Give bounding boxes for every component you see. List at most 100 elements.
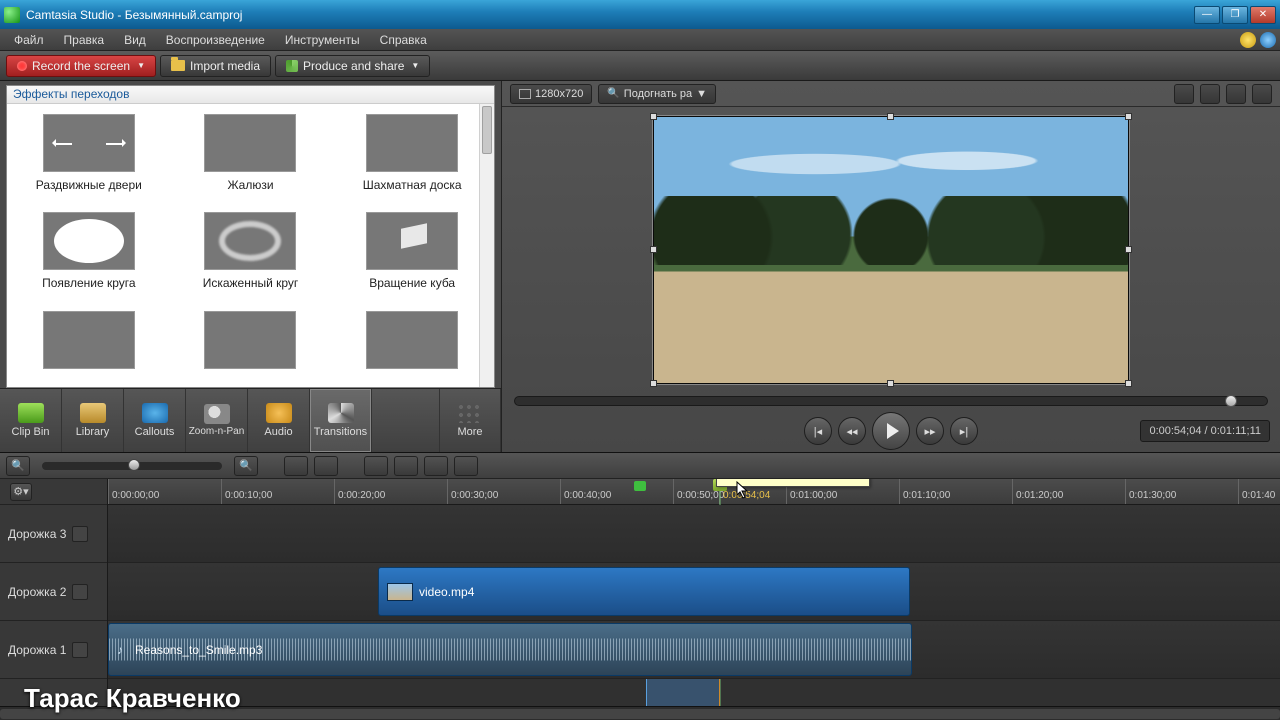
lock-icon[interactable] [72,526,88,542]
redo-button[interactable] [314,456,338,476]
panel-scrollbar[interactable] [479,104,494,387]
author-watermark: Тарас Кравченко [24,683,241,714]
tab-more[interactable]: More [439,389,501,452]
video-clip[interactable]: video.mp4 [378,567,910,616]
import-media-button[interactable]: Import media [160,55,271,77]
copy-button[interactable] [424,456,448,476]
produce-label: Produce and share [303,59,404,73]
tip-icon[interactable] [1240,32,1256,48]
tab-transitions[interactable]: Transitions [310,389,372,452]
track-options-button[interactable]: ⚙▾ [10,483,32,501]
callouts-icon [142,403,168,423]
zoom-slider[interactable] [42,462,222,470]
resize-handle[interactable] [887,380,894,387]
step-forward-button[interactable]: ▸▸ [916,417,944,445]
undo-button[interactable] [284,456,308,476]
transition-item[interactable] [21,311,157,377]
audio-clip[interactable]: ♪ Reasons_to_Smile.mp3 [108,623,912,676]
record-label: Record the screen [32,59,130,73]
menu-help[interactable]: Справка [370,30,437,50]
produce-share-button[interactable]: Produce and share ▼ [275,55,430,77]
menu-edit[interactable]: Правка [54,30,115,50]
tab-callouts[interactable]: Callouts [124,389,186,452]
resize-handle[interactable] [650,113,657,120]
split-button[interactable] [394,456,418,476]
resize-handle[interactable] [1125,113,1132,120]
transition-item[interactable] [183,311,319,377]
transition-item[interactable] [344,311,480,377]
import-label: Import media [190,59,260,73]
chevron-down-icon: ▼ [411,61,419,70]
transition-item[interactable]: Вращение куба [344,212,480,292]
tab-clip-bin[interactable]: Clip Bin [0,389,62,452]
goto-end-button[interactable]: ▸| [950,417,978,445]
folder-icon [171,60,185,71]
tooltip-value: 0:00:06;13 [809,479,861,481]
lock-icon[interactable] [72,584,88,600]
maximize-button[interactable]: ❐ [1222,6,1248,24]
preview-scrubber[interactable] [514,396,1268,406]
canvas-fit-dropdown[interactable]: 🔍 Подогнать ра ▼ [598,84,716,104]
track-row[interactable]: ♪ Reasons_to_Smile.mp3 [108,621,1280,679]
tab-audio[interactable]: Audio [248,389,310,452]
play-button[interactable] [872,412,910,450]
ruler-tick: 0:00:00;00 [108,479,159,504]
resize-handle[interactable] [650,246,657,253]
transition-label: Искаженный круг [203,276,299,290]
preview-tool-1[interactable] [1174,84,1194,104]
ruler-tick: 0:00:40;00 [560,479,611,504]
zoom-icon [204,404,230,424]
close-button[interactable]: ✕ [1250,6,1276,24]
track-header[interactable]: Дорожка 1 [0,621,107,679]
transition-item[interactable]: Появление круга [21,212,157,292]
record-screen-button[interactable]: Record the screen ▼ [6,55,156,77]
scrubber-knob[interactable] [1225,395,1237,407]
zoom-out-button[interactable]: 🔍 [6,456,30,476]
preview-canvas[interactable] [502,107,1280,392]
timeline-ruler[interactable]: 0:00:00;00 0:00:10;00 0:00:20;00 0:00:30… [108,479,1280,505]
clip-thumbnail-icon [387,583,413,601]
goto-start-button[interactable]: |◂ [804,417,832,445]
track-header[interactable]: Дорожка 2 [0,563,107,621]
timeline-pane: 🔍 🔍 ⚙▾ Дорожка 3 Дорожка 2 Дорожка 1 0:0… [0,452,1280,720]
paste-button[interactable] [454,456,478,476]
preview-tool-2[interactable] [1200,84,1220,104]
ruler-tick: 0:01:40 [1238,479,1275,504]
resize-handle[interactable] [1125,246,1132,253]
resize-handle[interactable] [887,113,894,120]
minimize-button[interactable]: — [1194,6,1220,24]
transition-item[interactable]: Жалюзи [183,114,319,194]
zoom-in-button[interactable]: 🔍 [234,456,258,476]
track-header[interactable]: Дорожка 3 [0,505,107,563]
menu-playback[interactable]: Воспроизведение [156,30,275,50]
menu-tools[interactable]: Инструменты [275,30,370,50]
tab-zoom-pan[interactable]: Zoom-n-Pan [186,389,248,452]
cut-button[interactable] [364,456,388,476]
preview-tool-3[interactable] [1226,84,1246,104]
zoom-knob[interactable] [128,459,140,471]
transition-item[interactable]: Раздвижные двери [21,114,157,194]
canvas-size-label: 1280x720 [535,88,583,100]
more-icon [457,403,483,423]
canvas-size-dropdown[interactable]: 1280x720 [510,84,592,104]
ruler-tick: 0:01:20;00 [1012,479,1063,504]
timeline-tracks[interactable]: 0:00:00;00 0:00:10;00 0:00:20;00 0:00:30… [108,479,1280,706]
transition-item[interactable]: Искаженный круг [183,212,319,292]
transition-label: Шахматная доска [363,178,462,192]
help-icon[interactable] [1260,32,1276,48]
resize-handle[interactable] [650,380,657,387]
resize-handle[interactable] [1125,380,1132,387]
step-back-button[interactable]: ◂◂ [838,417,866,445]
selection-start-marker[interactable] [634,481,646,491]
library-icon [80,403,106,423]
menu-file[interactable]: Файл [4,30,54,50]
lock-icon[interactable] [72,642,88,658]
transition-item[interactable]: Шахматная доска [344,114,480,194]
track-row[interactable]: video.mp4 [108,563,1280,621]
tab-library[interactable]: Library [62,389,124,452]
menu-view[interactable]: Вид [114,30,156,50]
track-row[interactable] [108,505,1280,563]
transition-label: Жалюзи [227,178,273,192]
video-frame[interactable] [653,116,1129,384]
preview-detach[interactable] [1252,84,1272,104]
